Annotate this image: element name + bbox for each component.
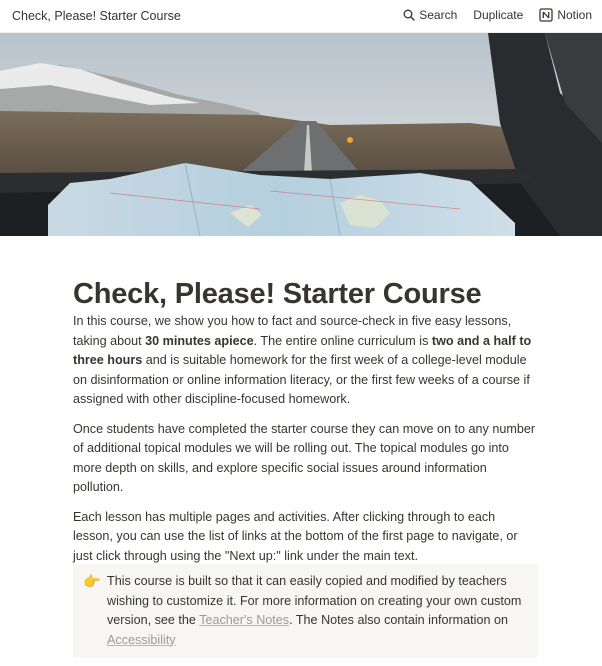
page-content: Check, Please! Starter Course In this co… [73, 236, 538, 566]
duplicate-label: Duplicate [473, 8, 524, 22]
cover-image [0, 33, 602, 236]
accessibility-link[interactable]: Accessibility [107, 633, 176, 647]
teachers-notes-link[interactable]: Teacher's Notes [199, 613, 289, 627]
intro-bold-duration: 30 minutes apiece [145, 333, 254, 348]
intro-paragraph: In this course, we show you how to fact … [73, 312, 538, 410]
callout-text: This course is built so that it can easi… [107, 572, 526, 650]
site-title[interactable]: Check, Please! Starter Course [12, 9, 181, 23]
notion-label: Notion [557, 8, 592, 22]
search-icon [403, 9, 415, 21]
intro-text-2: . The entire online curriculum is [253, 333, 432, 348]
callout-block: 👉 This course is built so that it can ea… [73, 564, 538, 658]
pointing-hand-icon: 👉 [83, 573, 101, 589]
road-trip-map-illustration [0, 33, 602, 236]
topbar-actions: Search Duplicate Notion [401, 6, 594, 24]
search-label: Search [419, 8, 458, 22]
notion-logo-icon [539, 8, 553, 22]
navigation-paragraph: Each lesson has multiple pages and activ… [73, 509, 518, 563]
search-button[interactable]: Search [401, 6, 459, 24]
modules-paragraph: Once students have completed the starter… [73, 421, 536, 495]
notion-button[interactable]: Notion [537, 6, 594, 24]
duplicate-button[interactable]: Duplicate [471, 6, 525, 24]
top-bar: Check, Please! Starter Course Search Dup… [0, 0, 602, 33]
page-title: Check, Please! Starter Course [73, 278, 482, 310]
intro-text-3: and is suitable homework for the first w… [73, 353, 530, 406]
callout-text-2: . The Notes also contain information on [289, 613, 508, 627]
